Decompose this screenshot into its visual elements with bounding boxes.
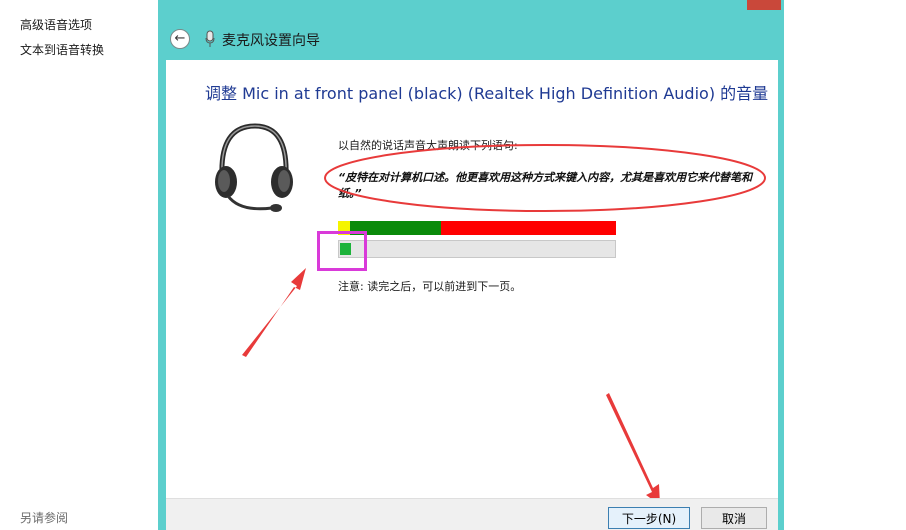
annotation-highlight-box bbox=[317, 231, 367, 271]
meter-red-segment bbox=[441, 221, 616, 235]
cancel-button[interactable]: 取消 bbox=[701, 507, 767, 529]
microphone-icon bbox=[205, 30, 215, 47]
page-heading: 调整 Mic in at front panel (black) (Realte… bbox=[205, 84, 769, 103]
next-button[interactable]: 下一步(N) bbox=[608, 507, 690, 529]
annotation-ellipse bbox=[324, 144, 766, 212]
close-window-button[interactable] bbox=[747, 0, 781, 10]
advanced-speech-options-link[interactable]: 高级语音选项 bbox=[20, 16, 92, 33]
left-panel: 高级语音选项 文本到语音转换 另请参阅 bbox=[0, 0, 158, 530]
back-arrow-icon[interactable]: ← bbox=[170, 29, 190, 49]
input-level-bar bbox=[338, 240, 616, 258]
text-to-speech-link[interactable]: 文本到语音转换 bbox=[20, 41, 104, 58]
window-title: 麦克风设置向导 bbox=[222, 33, 320, 49]
headset-icon bbox=[215, 123, 293, 212]
see-also-label: 另请参阅 bbox=[20, 511, 69, 525]
note-text: 注意: 读完之后，可以前进到下一页。 bbox=[338, 280, 522, 293]
volume-meter bbox=[338, 221, 616, 235]
